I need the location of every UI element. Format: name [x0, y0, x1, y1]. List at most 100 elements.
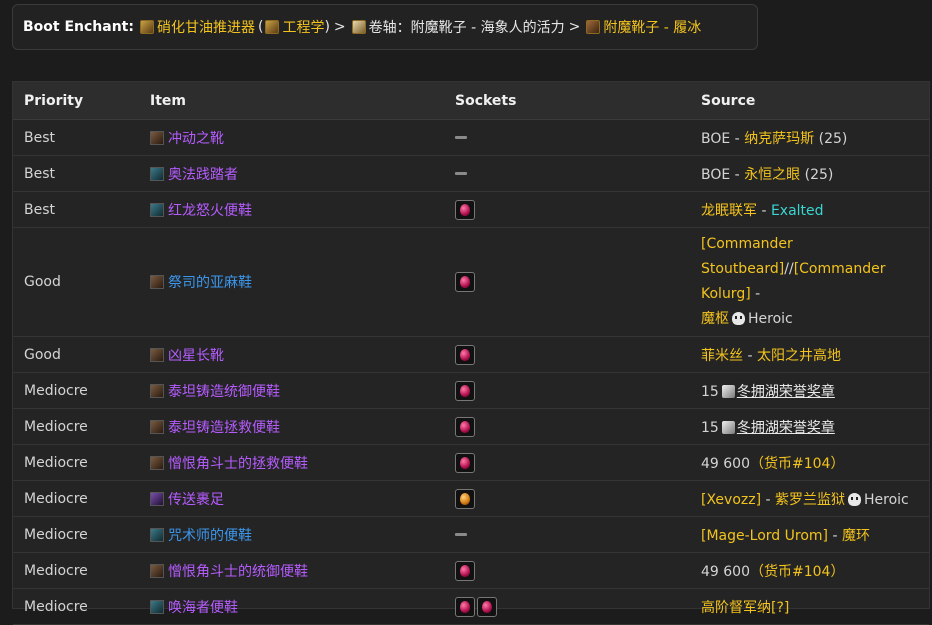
heroic-skull-icon [732, 312, 745, 325]
formula-icon [586, 20, 601, 34]
source-cell: 15 冬拥湖荣誉奖章 [690, 408, 929, 445]
item-cell: 传送裹足 [139, 480, 444, 517]
engine-link[interactable]: 硝化甘油推进器 [157, 17, 255, 37]
sockets-cell [444, 336, 690, 373]
boss-link[interactable]: 菲米丝 [701, 348, 743, 364]
orange-gem-socket-icon[interactable] [455, 488, 475, 509]
boot-icon [150, 599, 164, 614]
item-link[interactable]: 唤海者便鞋 [168, 600, 238, 616]
boss-link[interactable]: [Commander [701, 236, 793, 252]
table-row: Best 红龙怒火便鞋 龙眠联军 - Exalted [13, 191, 929, 228]
boss-link[interactable]: [Xevozz] [701, 492, 761, 508]
boot-icon [150, 130, 164, 145]
source-sep: - [730, 130, 745, 147]
table-row: Mediocre 唤海者便鞋 高阶督军纳[?] [13, 588, 929, 625]
source-zone-link[interactable]: 魔枢 [701, 311, 729, 327]
red-gem-socket-icon[interactable] [455, 272, 475, 292]
red-gem-socket-icon[interactable] [455, 199, 475, 220]
engineering-item-icon [139, 20, 154, 34]
item-cell: 凶星长靴 [139, 336, 444, 373]
boot-icon [150, 347, 164, 362]
scroll-link[interactable]: 卷轴：附魔靴子 - 海象人的活力 [369, 17, 565, 37]
boss-link[interactable]: 高阶督军纳[?] [701, 600, 789, 616]
item-cell: 咒术师的便鞋 [139, 516, 444, 553]
table-row: Mediocre 憎恨角斗士的拯救便鞋 49 600（货币#104） [13, 444, 929, 481]
item-link[interactable]: 传送裹足 [168, 492, 224, 508]
scroll-icon [351, 20, 366, 34]
difficulty-label: Heroic [864, 491, 909, 508]
boss-link[interactable]: [Mage-Lord Urom] [701, 528, 828, 544]
red-gem-socket-icon[interactable] [477, 596, 497, 617]
priority-cell: Good [13, 227, 139, 337]
item-link[interactable]: 冲动之靴 [168, 131, 224, 147]
source-cell: [Commander Stoutbeard]//[Commander Kolur… [690, 227, 929, 337]
currency-link[interactable]: 冬拥湖荣誉奖章 [737, 384, 835, 400]
paren-close: ) [324, 19, 330, 35]
breadcrumb-separator: > [568, 19, 581, 35]
table-row: Mediocre 传送裹足 [Xevozz] - 紫罗兰监狱 Heroic [13, 480, 929, 517]
cost-amount: 15 [701, 419, 719, 436]
priority-cell: Mediocre [13, 372, 139, 409]
reputation-level: Exalted [770, 202, 824, 219]
source-type: BOE [701, 130, 731, 147]
red-gem-socket-icon[interactable] [455, 380, 475, 401]
formula-link[interactable]: 附魔靴子 - 履冰 [603, 17, 701, 37]
source-sep: - [743, 347, 757, 364]
source-zone-link[interactable]: 太阳之井高地 [757, 348, 841, 364]
priority-cell: Mediocre [13, 552, 139, 589]
item-link[interactable]: 凶星长靴 [168, 348, 224, 364]
cost-amount: 15 [701, 383, 719, 400]
source-sep: - [750, 286, 761, 302]
source-zone-link[interactable]: 紫罗兰监狱 [775, 492, 845, 508]
source-sep: - [757, 202, 771, 219]
red-gem-socket-icon[interactable] [455, 416, 475, 437]
red-gem-socket-icon[interactable] [455, 560, 475, 581]
item-cell: 唤海者便鞋 [139, 588, 444, 625]
red-gem-socket-icon[interactable] [455, 452, 475, 473]
source-cell: 高阶督军纳[?] [690, 588, 929, 625]
item-link[interactable]: 憎恨角斗士的统御便鞋 [168, 564, 308, 580]
item-link[interactable]: 泰坦铸造统御便鞋 [168, 384, 280, 400]
priority-cell: Mediocre [13, 516, 139, 553]
currency-link[interactable]: （货币#104） [750, 456, 844, 472]
sockets-cell [444, 227, 690, 337]
sockets-cell [444, 372, 690, 409]
source-cell: 菲米丝 - 太阳之井高地 [690, 336, 929, 373]
boot-enchant-breadcrumb: Boot Enchant: 硝化甘油推进器 ( 工程学 ) > 卷轴：附魔靴子 … [12, 4, 758, 50]
priority-cell: Mediocre [13, 444, 139, 481]
priority-cell: Mediocre [13, 408, 139, 445]
item-link[interactable]: 祭司的亚麻鞋 [168, 275, 252, 291]
source-zone-link[interactable]: 永恒之眼 [744, 167, 800, 183]
item-link[interactable]: 奥法践踏者 [168, 167, 238, 183]
red-gem-socket-icon[interactable] [455, 596, 475, 617]
currency-link[interactable]: 冬拥湖荣誉奖章 [737, 420, 835, 436]
sockets-cell [444, 588, 690, 625]
engineering-profession-icon [265, 20, 280, 34]
cost-amount: 49 600 [701, 455, 750, 472]
table-row: Mediocre 憎恨角斗士的统御便鞋 49 600（货币#104） [13, 552, 929, 589]
source-size: (25) [818, 130, 848, 147]
red-gem-socket-icon[interactable] [455, 344, 475, 365]
source-zone-link[interactable]: 纳克萨玛斯 [744, 131, 814, 147]
currency-link[interactable]: （货币#104） [750, 564, 844, 580]
sockets-cell [444, 119, 690, 156]
priority-cell: Best [13, 191, 139, 228]
priority-cell: Mediocre [13, 588, 139, 625]
no-socket-dash-icon [455, 136, 467, 139]
item-link[interactable]: 红龙怒火便鞋 [168, 203, 252, 219]
boot-priority-table: Priority Item Sockets Source Best 冲动之靴 B… [12, 81, 930, 625]
source-zone-link[interactable]: 魔环 [842, 528, 870, 544]
table-row: Best 奥法践踏者 BOE - 永恒之眼 (25) [13, 155, 929, 192]
item-link[interactable]: 泰坦铸造拯救便鞋 [168, 420, 280, 436]
boss-link[interactable]: Stoutbeard] [701, 261, 784, 277]
boot-icon [150, 527, 164, 542]
item-link[interactable]: 咒术师的便鞋 [168, 528, 252, 544]
no-socket-dash-icon [455, 533, 467, 536]
engineering-link[interactable]: 工程学 [282, 17, 324, 37]
sockets-cell [444, 516, 690, 553]
faction-link[interactable]: 龙眠联军 [701, 203, 757, 219]
heroic-skull-icon [848, 492, 861, 506]
boot-enchant-label: Boot Enchant: [23, 19, 134, 35]
item-link[interactable]: 憎恨角斗士的拯救便鞋 [168, 456, 308, 472]
priority-cell: Mediocre [13, 480, 139, 517]
